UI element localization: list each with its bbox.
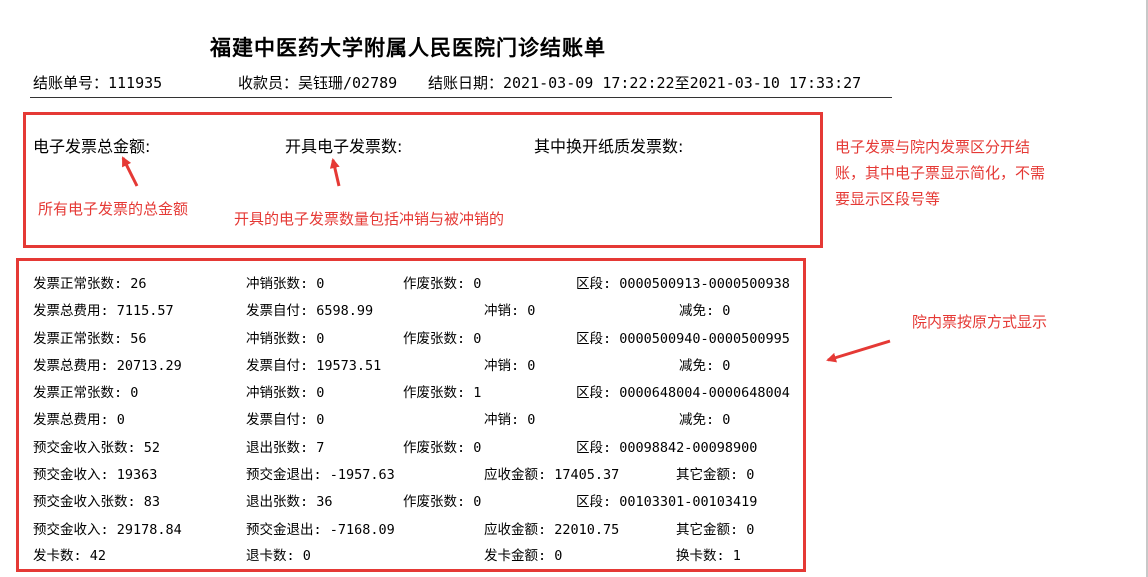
annotation-arrows xyxy=(121,156,891,363)
arrow-to-total xyxy=(121,156,139,187)
arrow-to-count xyxy=(329,158,341,187)
arrow-to-inhouse xyxy=(826,339,891,363)
